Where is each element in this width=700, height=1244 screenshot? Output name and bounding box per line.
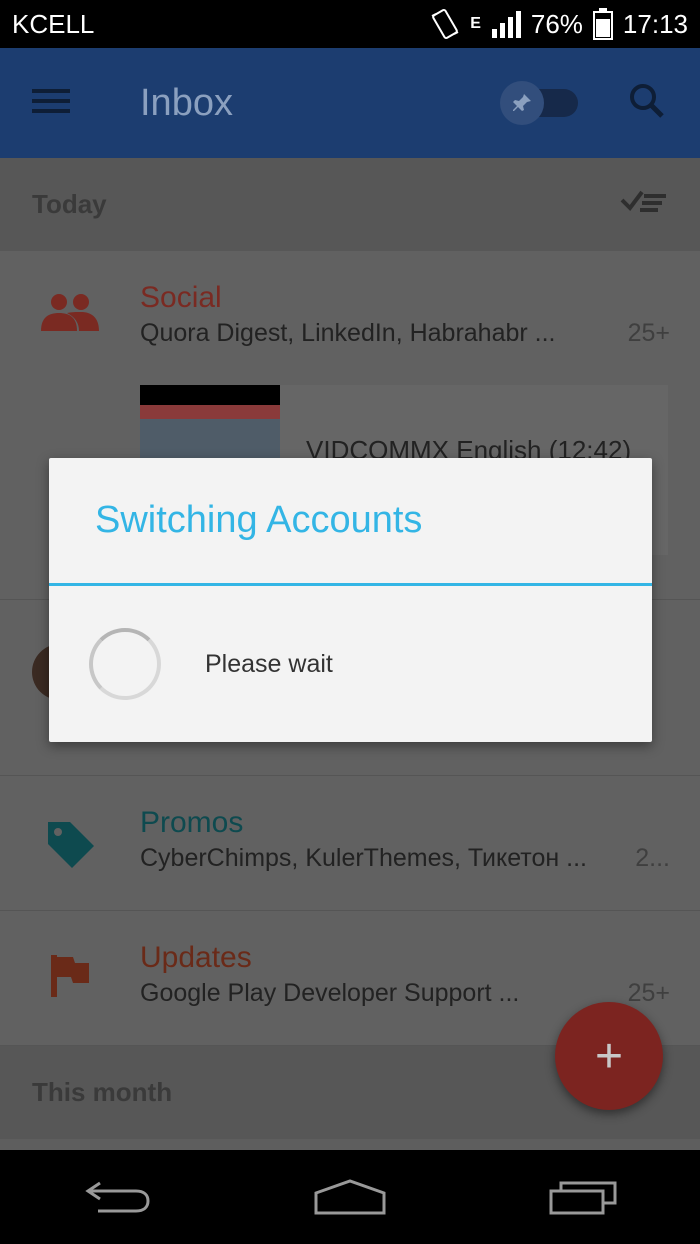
home-button[interactable] [290,1179,410,1215]
status-bar: KCELL E 76% 17:13 [0,0,700,48]
signal-icon [491,9,521,39]
bundle-senders: CyberChimps, KulerThemes, Тикетон ... [140,844,587,872]
system-nav-bar [0,1150,700,1244]
section-today: Today [0,158,700,251]
section-label-today: Today [32,189,107,219]
clock: 17:13 [622,8,688,39]
recents-icon [549,1181,617,1215]
back-button[interactable] [57,1179,177,1215]
bundle-promos[interactable]: Promos CyberChimps, KulerThemes, Тикетон… [0,776,700,911]
battery-icon [592,8,613,40]
switching-accounts-dialog: Switching Accounts Please wait [49,458,652,742]
pin-toggle[interactable] [500,81,580,125]
social-people-icon [0,281,140,331]
app-bar: Inbox [0,48,700,158]
dialog-title: Switching Accounts [95,499,423,541]
bundle-count: 2... [635,844,670,872]
carrier-label: KCELL [12,8,95,39]
bundle-count: 25+ [627,319,670,347]
recents-button[interactable] [523,1179,643,1215]
bundle-name: Social [140,281,222,314]
bundle-senders: Google Play Developer Support ... [140,979,520,1007]
vibrate-icon [430,8,460,40]
network-type-label: E [470,15,481,32]
bundle-count: 25+ [627,979,670,1007]
menu-icon[interactable] [32,87,92,120]
battery-percent: 76% [530,8,583,39]
pin-icon [500,81,544,125]
page-title: Inbox [140,81,233,124]
back-icon [84,1181,150,1213]
bundle-name: Promos [140,806,244,839]
flag-icon [0,941,140,997]
home-icon [314,1179,386,1215]
bundle-name: Updates [140,941,252,974]
search-icon[interactable] [628,82,666,125]
tag-icon [0,806,140,870]
loading-spinner-icon [89,628,161,700]
bundle-senders: Quora Digest, LinkedIn, Habrahabr ... [140,319,556,347]
dialog-message: Please wait [205,649,333,678]
sweep-icon[interactable] [620,188,668,221]
compose-button[interactable]: + [555,1002,663,1110]
